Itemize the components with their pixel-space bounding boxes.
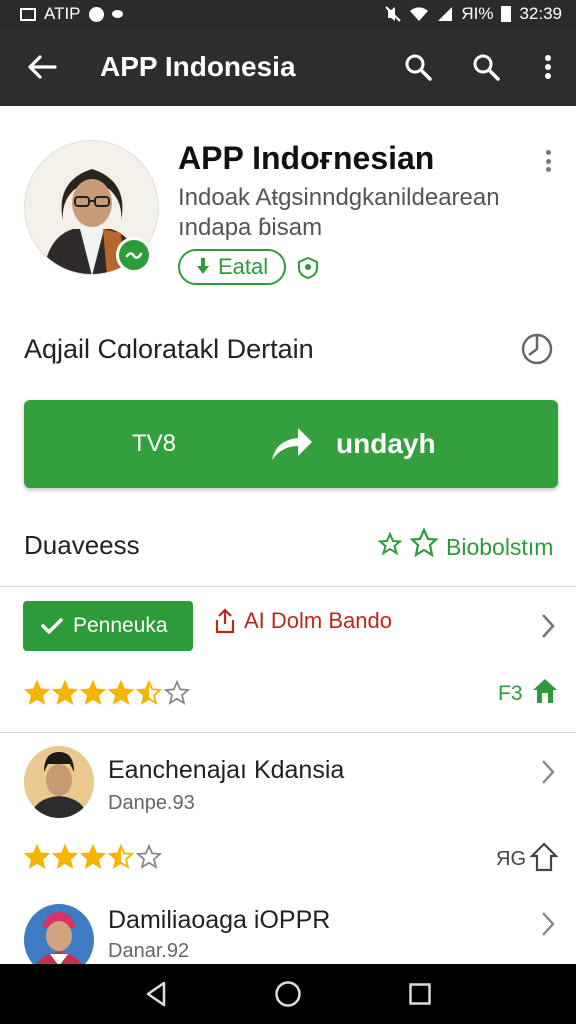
- install-button-tag: TV8: [132, 430, 177, 457]
- person-portrait-icon: [24, 904, 94, 964]
- star-filled-icon: [80, 844, 106, 869]
- mute-icon: [385, 6, 402, 22]
- chevron-right-icon[interactable]: [540, 612, 556, 640]
- app-bar-title: APP Indonesia: [100, 51, 296, 82]
- star-filled-icon: [108, 680, 134, 705]
- reviewer-avatar: [24, 904, 94, 964]
- star-outline-icon[interactable]: [410, 528, 438, 558]
- rating-stars: [24, 680, 190, 706]
- star-filled-icon: [52, 680, 78, 705]
- header-more-button[interactable]: [536, 146, 560, 176]
- rating-count: F3: [498, 682, 523, 705]
- more-vert-icon: [545, 55, 551, 79]
- star-empty-icon: [136, 844, 162, 869]
- app-bar: APP Indonesia: [0, 28, 576, 106]
- star-half-icon: [136, 680, 162, 705]
- developer-name[interactable]: Indoak Aŧgsinndgkanildearean: [178, 184, 500, 212]
- status-bar: ATIP ЯI% 32:39: [0, 0, 576, 28]
- reviewer-avatar: [24, 746, 94, 818]
- review-date: Danar.92: [108, 940, 190, 962]
- divider: [0, 586, 576, 587]
- nav-recents-button[interactable]: [390, 964, 450, 1024]
- back-arrow-icon: [28, 55, 57, 79]
- nav-back-icon: [146, 981, 166, 1007]
- chevron-right-icon[interactable]: [540, 910, 556, 938]
- system-nav-bar: [0, 964, 576, 1024]
- chevron-right-icon[interactable]: [540, 758, 556, 786]
- chip-label: Eatal: [218, 254, 269, 279]
- app-name: APP Indoғnesian: [178, 140, 435, 176]
- app-subtitle: ındapa ɓisam: [178, 214, 323, 241]
- timer-icon[interactable]: [520, 332, 554, 366]
- battery-icon: [501, 6, 512, 22]
- nav-back-button[interactable]: [126, 964, 186, 1024]
- clock: 32:39: [519, 4, 562, 23]
- shield-icon[interactable]: [296, 256, 320, 280]
- primary-action-label: Penneuka: [73, 614, 168, 637]
- star-filled-icon: [24, 844, 50, 869]
- share-icon: [215, 608, 235, 634]
- content-area[interactable]: APP Indoғnesian Indoak Aŧgsinndgkanildea…: [0, 106, 576, 964]
- divider: [0, 732, 576, 733]
- star-filled-icon: [24, 680, 50, 705]
- notification-icon: [88, 6, 104, 22]
- person-portrait-icon: [24, 746, 94, 818]
- reviews-action-link[interactable]: Biobolstım: [446, 534, 553, 561]
- star-empty-icon: [164, 680, 190, 705]
- screen-icon: [20, 7, 36, 21]
- nav-recents-icon: [409, 983, 431, 1005]
- verified-badge: [116, 237, 152, 273]
- search-button[interactable]: [384, 28, 452, 106]
- review-date: Danpe.93: [108, 792, 195, 814]
- secondary-link[interactable]: AI Dolm Bando: [244, 608, 392, 634]
- review-stars: [24, 844, 162, 870]
- battery-label: ЯI%: [461, 4, 494, 23]
- search-icon: [473, 54, 500, 81]
- category-chip[interactable]: Eatal: [178, 249, 286, 285]
- download-icon: [197, 258, 209, 274]
- star-filled-icon: [52, 844, 78, 869]
- install-button-label: undayh: [336, 428, 436, 459]
- primary-action-button[interactable]: Penneuka: [23, 601, 193, 651]
- section-title: Aqjail Cɑloratakl Dertain: [24, 334, 314, 364]
- search-button-2[interactable]: [452, 28, 520, 106]
- install-button[interactable]: TV8 undayh: [24, 400, 558, 488]
- reviews-title: Duaveess: [24, 530, 140, 560]
- star-outline-icon[interactable]: [378, 532, 402, 556]
- review-count: ЯG: [496, 848, 526, 870]
- wifi-icon: [410, 7, 429, 21]
- star-half-icon: [108, 844, 134, 869]
- reviewer-name: Eanchenajaı Kdansia: [108, 756, 345, 784]
- signal-icon: [438, 7, 453, 21]
- share-arrow-icon: [272, 428, 313, 460]
- back-button[interactable]: [0, 28, 84, 106]
- search-icon: [405, 54, 432, 81]
- more-options-button[interactable]: [520, 28, 576, 106]
- star-filled-icon: [80, 680, 106, 705]
- home-outline-icon[interactable]: [530, 842, 558, 872]
- home-icon[interactable]: [532, 678, 558, 704]
- check-wave-icon: [125, 252, 143, 259]
- message-icon: [111, 10, 123, 18]
- check-icon: [41, 618, 63, 634]
- nav-home-button[interactable]: [258, 964, 318, 1024]
- reviewer-name: Damiliaoaga iOPPR: [108, 906, 331, 934]
- nav-home-icon: [275, 981, 301, 1007]
- carrier-label: ATIP: [44, 4, 81, 23]
